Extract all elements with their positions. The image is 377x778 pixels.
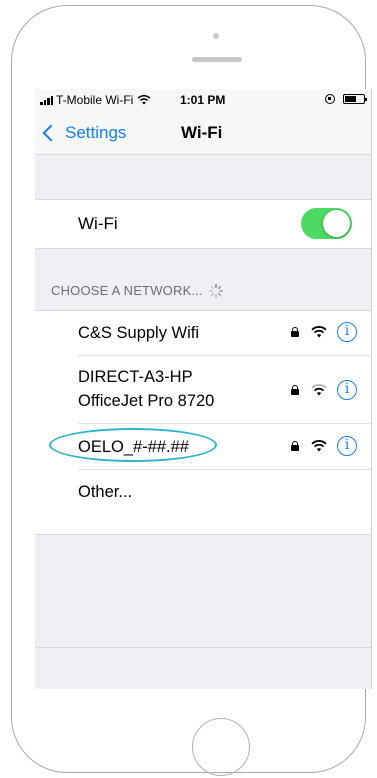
wifi-icon [137, 95, 151, 105]
back-button-label: Settings [65, 123, 127, 142]
network-name: C&S Supply Wifi [78, 324, 200, 342]
wifi-icon [311, 440, 327, 452]
carrier-label: T-Mobile Wi-Fi [56, 93, 134, 107]
wifi-icon [311, 326, 327, 338]
wifi-toggle-switch[interactable] [301, 208, 352, 239]
spinner-icon [208, 283, 223, 298]
front-camera [213, 33, 219, 39]
network-list: C&S Supply Wifi i DIRECT-A3-HP OfficeJet… [35, 310, 371, 535]
padlock-icon [291, 385, 299, 395]
signal-bars-icon [40, 95, 54, 105]
network-row[interactable]: DIRECT-A3-HP OfficeJet Pro 8720 i [78, 356, 371, 424]
home-button[interactable] [192, 718, 250, 776]
rotation-lock-icon [325, 94, 335, 104]
padlock-icon [291, 441, 299, 451]
wifi-toggle-label: Wi-Fi [78, 214, 118, 233]
info-icon[interactable]: i [337, 380, 357, 400]
status-time: 1:01 PM [180, 93, 226, 107]
network-name-line2: OfficeJet Pro 8720 [78, 392, 215, 410]
earpiece-speaker [192, 57, 242, 62]
chevron-left-icon [42, 124, 60, 142]
page-title: Wi-Fi [181, 123, 223, 142]
navigation-bar: Settings Wi-Fi [35, 111, 371, 155]
network-icons: i [291, 436, 357, 456]
info-icon[interactable]: i [337, 436, 357, 456]
highlight-ring [49, 428, 217, 462]
choose-network-label: CHOOSE A NETWORK... [51, 283, 203, 298]
wifi-toggle-row: Wi-Fi [35, 199, 371, 249]
network-icons: i [291, 322, 357, 342]
other-network-label: Other... [78, 483, 133, 501]
info-icon[interactable]: i [337, 322, 357, 342]
wifi-icon [311, 384, 327, 396]
other-network-row[interactable]: Other... [78, 470, 371, 514]
bottom-band [35, 647, 371, 689]
network-row[interactable]: C&S Supply Wifi i [78, 311, 371, 356]
status-right [325, 94, 367, 104]
phone-screen: T-Mobile Wi-Fi 1:01 PM Settings Wi-Fi Wi… [35, 89, 372, 689]
network-name: DIRECT-A3-HP [78, 368, 193, 386]
padlock-icon [291, 327, 299, 337]
battery-icon [343, 94, 367, 104]
status-bar: T-Mobile Wi-Fi 1:01 PM [35, 89, 371, 111]
network-icons: i [291, 380, 357, 400]
choose-network-header: CHOOSE A NETWORK... [51, 283, 223, 298]
back-button[interactable]: Settings [41, 111, 126, 155]
status-left: T-Mobile Wi-Fi [40, 89, 151, 111]
